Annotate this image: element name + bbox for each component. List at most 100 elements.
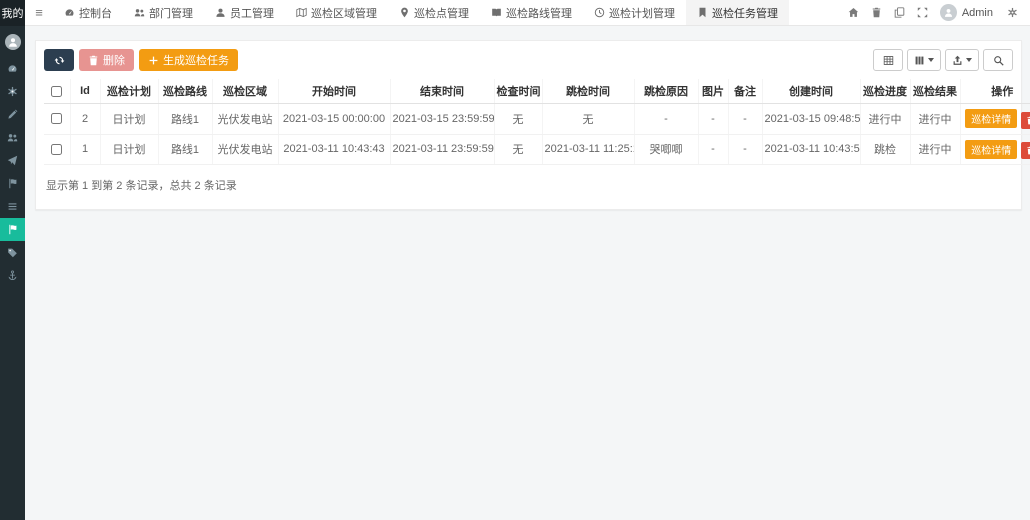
column-header[interactable]: Id (70, 79, 100, 104)
column-header[interactable]: 开始时间 (278, 79, 390, 104)
sidebar-item-tags-8[interactable] (0, 241, 25, 264)
hamburger-icon: ≡ (35, 5, 43, 20)
column-header[interactable]: 巡检路线 (158, 79, 212, 104)
generate-task-button[interactable]: 生成巡检任务 (139, 49, 238, 71)
home-button[interactable] (842, 0, 865, 26)
bookmark-icon (697, 7, 708, 18)
user-icon (215, 7, 226, 18)
dashboard-icon (7, 63, 18, 74)
cell-end_time: 2021-03-15 23:59:59 (390, 104, 494, 135)
nav-tab-dashboard[interactable]: 控制台 (53, 0, 123, 25)
sidebar-item-anchor-9[interactable] (0, 264, 25, 287)
cell-image: - (698, 134, 728, 165)
nav-tab-label: 巡检任务管理 (712, 5, 778, 21)
nav-tab-users[interactable]: 部门管理 (123, 0, 204, 25)
cell-select (44, 134, 70, 165)
users-icon (134, 7, 145, 18)
copy-icon (894, 7, 905, 18)
settings-button[interactable] (1001, 0, 1024, 26)
refresh-button[interactable] (44, 49, 74, 71)
column-header[interactable]: 巡检进度 (860, 79, 910, 104)
toggle-view-button[interactable] (873, 49, 903, 71)
sidebar-item-cog-1[interactable] (0, 80, 25, 103)
refresh-icon (54, 55, 65, 66)
cell-route: 路线1 (158, 134, 212, 165)
sidebar-item-flag-5[interactable] (0, 172, 25, 195)
table-view-controls (873, 49, 1013, 71)
sidebar-item-flag-7[interactable] (0, 218, 25, 241)
sidebar-item-users-3[interactable] (0, 126, 25, 149)
main-content: 删除 生成巡检任务 (25, 26, 1030, 520)
dashboard-icon (64, 7, 75, 18)
row-checkbox[interactable] (51, 113, 62, 124)
sidebar-item-list-6[interactable] (0, 195, 25, 218)
table-header-row: Id巡检计划巡检路线巡检区域开始时间结束时间检查时间跳检时间跳检原因图片备注创建… (44, 79, 1030, 104)
trash-icon (88, 55, 99, 66)
expand-icon (917, 7, 928, 18)
columns-icon (914, 55, 925, 66)
column-header[interactable]: 巡检区域 (212, 79, 278, 104)
column-header[interactable]: 检查时间 (494, 79, 542, 104)
sidebar-item-dashboard-0[interactable] (0, 57, 25, 80)
column-header[interactable]: 跳检原因 (634, 79, 698, 104)
nav-tab-user[interactable]: 员工管理 (204, 0, 285, 25)
app-logo[interactable]: 我的 (0, 0, 25, 26)
column-header[interactable]: 跳检时间 (542, 79, 634, 104)
anchor-icon (7, 270, 18, 281)
search-button[interactable] (983, 49, 1013, 71)
row-checkbox[interactable] (51, 144, 62, 155)
nav-tab-label: 巡检区域管理 (311, 5, 377, 21)
person-icon (7, 36, 19, 48)
column-header[interactable]: 创建时间 (762, 79, 860, 104)
nav-items: 控制台 部门管理员工管理 巡检区域管理巡检点管理巡检路线管理巡检计划管理 巡检任务管理 (53, 0, 789, 25)
inspection-detail-button[interactable]: 巡检详情 (965, 140, 1017, 159)
person-icon (943, 7, 954, 18)
table-body: 2日计划路线1光伏发电站2021-03-15 00:00:002021-03-1… (44, 104, 1030, 165)
nav-tab-label: 部门管理 (149, 5, 193, 21)
flag-icon (7, 178, 18, 189)
sidebar-item-pencil-2[interactable] (0, 103, 25, 126)
table-row: 1日计划路线1光伏发电站2021-03-11 10:43:432021-03-1… (44, 134, 1030, 165)
table-icon (883, 55, 894, 66)
column-header[interactable]: 操作 (960, 79, 1030, 104)
inspection-detail-button[interactable]: 巡检详情 (965, 109, 1017, 128)
tags-icon (7, 247, 18, 258)
sidebar-user-avatar[interactable] (5, 34, 21, 50)
plus-icon (148, 55, 159, 66)
cell-result: 进行中 (910, 104, 960, 135)
row-delete-button[interactable] (1021, 142, 1030, 159)
delete-button[interactable]: 删除 (79, 49, 134, 71)
delete-button-label: 删除 (103, 52, 125, 68)
nav-tab-clock[interactable]: 巡检计划管理 (583, 0, 686, 25)
pencil-icon (7, 109, 18, 120)
book-icon (491, 7, 502, 18)
column-header[interactable]: 图片 (698, 79, 728, 104)
column-header[interactable]: 结束时间 (390, 79, 494, 104)
user-menu[interactable]: Admin (962, 7, 993, 19)
tasks-table: Id巡检计划巡检路线巡检区域开始时间结束时间检查时间跳检时间跳检原因图片备注创建… (44, 79, 1030, 165)
column-header[interactable]: 巡检计划 (100, 79, 158, 104)
nav-tab-bookmark[interactable]: 巡检任务管理 (686, 0, 789, 25)
avatar[interactable] (940, 4, 957, 21)
row-delete-button[interactable] (1021, 112, 1030, 129)
column-header[interactable]: 备注 (728, 79, 762, 104)
trash-button[interactable] (865, 0, 888, 26)
cog-icon (7, 86, 18, 97)
column-header[interactable]: 巡检结果 (910, 79, 960, 104)
chevron-down-icon (928, 58, 934, 62)
cell-operations: 巡检详情 (960, 104, 1030, 135)
sidebar-toggle-button[interactable]: ≡ (25, 0, 53, 25)
copy-button[interactable] (888, 0, 911, 26)
nav-tab-book[interactable]: 巡检路线管理 (480, 0, 583, 25)
table-panel: 删除 生成巡检任务 (35, 40, 1022, 210)
cell-check_time: 无 (494, 104, 542, 135)
nav-tab-pin[interactable]: 巡检点管理 (388, 0, 480, 25)
home-icon (848, 7, 859, 18)
sidebar-item-send-4[interactable] (0, 149, 25, 172)
nav-tab-map[interactable]: 巡检区域管理 (285, 0, 388, 25)
send-icon (7, 155, 18, 166)
columns-button[interactable] (907, 49, 941, 71)
export-button[interactable] (945, 49, 979, 71)
expand-button[interactable] (911, 0, 934, 26)
select-all-checkbox[interactable] (51, 86, 62, 97)
